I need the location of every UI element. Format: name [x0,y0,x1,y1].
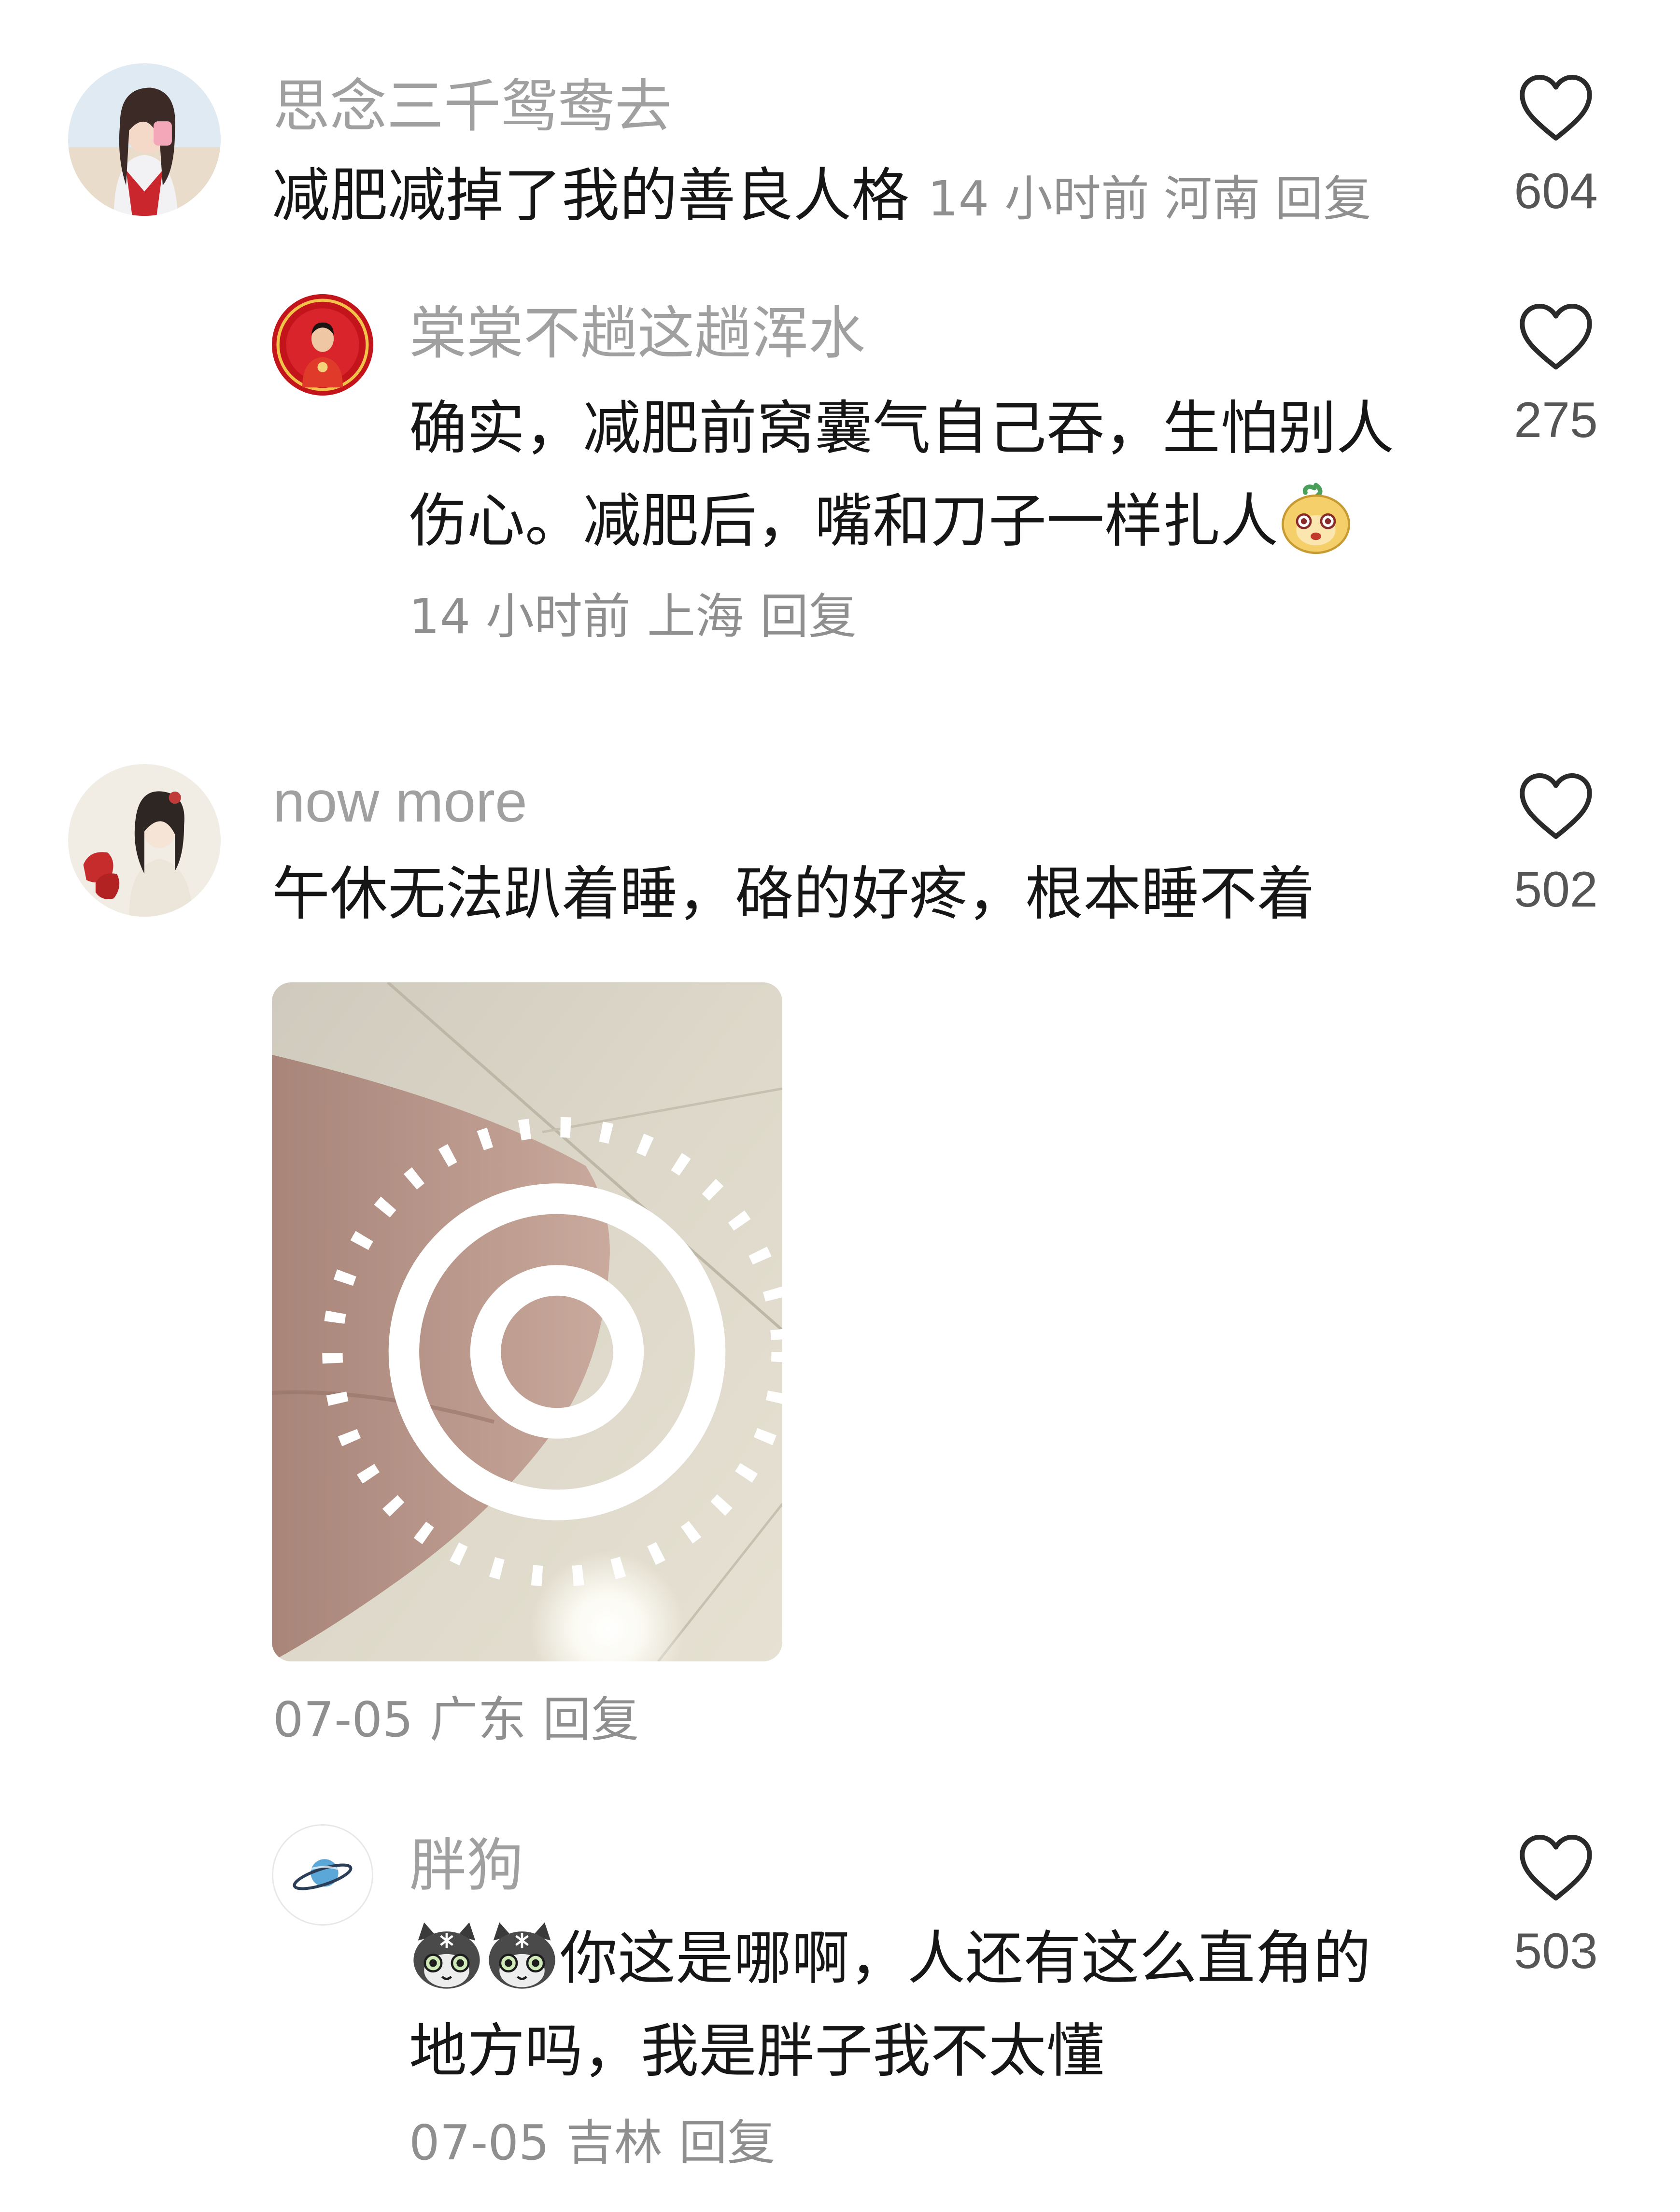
comment-meta: 07-05 广东 回复 [273,1688,656,1751]
comment-image[interactable] [272,982,782,1661]
heart-icon [1520,1834,1592,1901]
reply-text-line: 你这是哪啊，人还有这么直角的 [409,1913,1371,2005]
reply-text-line: 确实，减肥前窝囊气自己吞，生怕别人 [409,395,1394,462]
comment-text: 减肥减掉了我的善良人格 14 小时前 河南 回复 [272,153,1386,242]
comment-time: 14 小时前 [928,170,1150,227]
avatar-painted-woman-image [68,764,221,917]
avatar[interactable] [272,294,373,396]
planet-icon [273,1826,372,1924]
heart-icon [1520,303,1592,370]
avatar[interactable] [272,1824,373,1926]
reply-meta: 14 小时前 上海 回复 [409,585,873,648]
live-photo-icon [322,1117,782,1587]
like-button[interactable]: 503 [1488,1832,1624,1980]
reply-location: 吉林 [565,2114,663,2171]
reply-time: 14 小时前 [409,588,631,645]
comment-text: 午休无法趴着睡，硌的好疼，根本睡不着 [272,861,1315,928]
like-count: 502 [1514,862,1598,918]
comment-username[interactable]: now more [273,768,527,836]
comment-username[interactable]: 思念三千鸳鸯去 [273,72,672,140]
reply-button[interactable]: 回复 [1275,170,1371,227]
reply-button[interactable]: 回复 [760,588,857,645]
reply-text-line: 地方吗，我是胖子我不太懂 [409,2018,1104,2085]
comment-location: 河南 [1164,170,1261,227]
reply-time: 07-05 [409,2114,550,2171]
reply-text-line: 伤心。减肥后，嘴和刀子一样扎人 [409,475,1354,568]
comment-location: 广东 [429,1691,526,1748]
heart-icon [1520,74,1592,141]
comment-meta: 14 小时前 河南 回复 [928,170,1386,227]
cat-emoji-icon [409,1918,484,1993]
avatar[interactable] [68,63,221,216]
reply-location: 上海 [647,588,744,645]
reply-username[interactable]: 胖狗 [409,1831,523,1899]
reply-text-body: 你这是哪啊，人还有这么直角的 [560,1925,1371,1992]
face-emoji-icon [1278,481,1354,556]
like-count: 275 [1514,392,1598,448]
cat-emoji-icon [484,1918,560,1993]
reply-meta: 07-05 吉林 回复 [409,2112,792,2174]
reply-button[interactable]: 回复 [679,2114,776,2171]
reply-username[interactable]: 棠棠不趟这趟浑水 [409,299,865,367]
avatar-girl-image [68,63,221,216]
like-count: 604 [1514,163,1598,219]
comment-time: 07-05 [273,1691,413,1748]
reply-text-body: 伤心。减肥后，嘴和刀子一样扎人 [409,488,1278,555]
comment-text-body: 减肥减掉了我的善良人格 [272,162,909,229]
like-button[interactable]: 502 [1488,771,1624,919]
reply-button[interactable]: 回复 [543,1691,639,1748]
like-button[interactable]: 604 [1488,72,1624,220]
like-button[interactable]: 275 [1488,301,1624,449]
like-count: 503 [1514,1923,1598,1979]
avatar-man-image [272,294,373,396]
avatar[interactable] [68,764,221,917]
heart-icon [1520,773,1592,839]
